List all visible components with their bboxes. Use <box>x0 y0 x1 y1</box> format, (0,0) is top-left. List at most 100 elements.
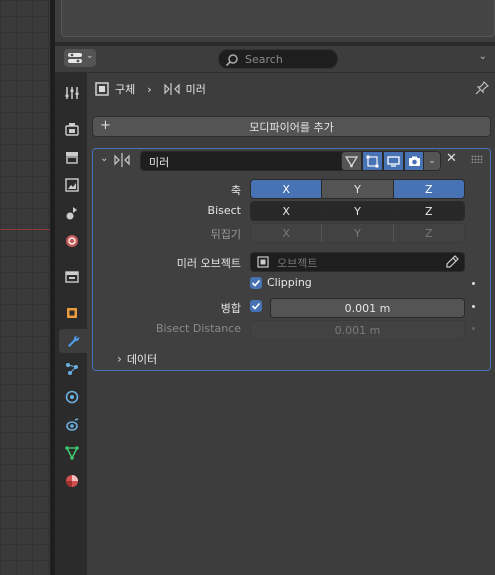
tab-material[interactable] <box>60 469 83 493</box>
monitor-icon <box>387 155 400 167</box>
search-icon <box>225 54 238 67</box>
bisect-distance-label: Bisect Distance <box>155 322 241 335</box>
properties-content: 구체 › 미러 + 모디파이어를 추가 ⌄ 미러 ⌄ ✕ 축 X Y Z Bis… <box>87 73 495 575</box>
tab-tool[interactable] <box>60 81 83 105</box>
merge-label: 병합 <box>220 302 241 315</box>
tab-output[interactable] <box>60 145 83 169</box>
data-subpanel-label: 데이터 <box>126 353 158 366</box>
properties-editor-icon <box>68 53 82 63</box>
header-options-chevron-icon[interactable]: ⌄ <box>479 51 487 62</box>
breadcrumb-modifier[interactable]: 미러 <box>186 81 206 97</box>
tab-constraints[interactable] <box>60 413 83 437</box>
render-icon <box>64 123 79 136</box>
mirror-modifier-icon <box>114 153 130 167</box>
modifier-options-dropdown[interactable]: ⌄ <box>423 151 441 171</box>
object-icon <box>257 256 269 268</box>
breadcrumb-object[interactable]: 구체 <box>115 81 135 97</box>
material-icon <box>65 475 78 487</box>
axis-x-toggle[interactable]: X <box>251 180 323 198</box>
bisect-x-toggle[interactable]: X <box>251 202 323 220</box>
edit-mode-icon <box>366 155 379 167</box>
x-axis-line <box>0 229 50 230</box>
flip-label: 뒤집기 <box>210 228 241 241</box>
world-icon <box>65 235 78 247</box>
clipping-label[interactable]: Clipping <box>267 276 312 289</box>
physics-icon <box>65 390 78 404</box>
mirror-object-placeholder: 오브젝트 <box>277 257 318 270</box>
axis-y-toggle[interactable]: Y <box>322 180 394 198</box>
tab-modifiers[interactable] <box>59 329 87 353</box>
merge-distance-field[interactable]: 0.001 m <box>270 298 465 318</box>
3d-viewport[interactable] <box>0 0 50 575</box>
flip-x-toggle[interactable]: X <box>251 224 323 242</box>
viewport-toggle[interactable] <box>383 151 404 171</box>
drag-handle-icon[interactable] <box>471 155 483 163</box>
clipping-checkbox[interactable] <box>250 277 262 289</box>
modifier-visibility-toggles <box>341 151 425 171</box>
keyframe-dot-icon[interactable] <box>472 282 475 285</box>
outliner-area[interactable] <box>55 0 495 42</box>
bisect-toggle-group: X Y Z <box>250 201 465 221</box>
modifier-name-input[interactable]: 미러 <box>140 151 345 171</box>
tab-view-layer[interactable] <box>60 173 83 197</box>
pin-icon[interactable] <box>475 81 489 95</box>
object-icon <box>95 82 109 96</box>
triangle-vertex-icon <box>345 155 358 167</box>
keyframe-dot-icon[interactable] <box>472 327 475 330</box>
tab-collection[interactable] <box>60 265 83 289</box>
object-icon <box>66 308 77 318</box>
scene-icon <box>66 207 77 220</box>
bisect-distance-value: 0.001 m <box>334 323 381 337</box>
data-subpanel-header[interactable]: › 데이터 <box>117 351 157 367</box>
plus-icon: + <box>100 118 111 133</box>
bisect-label: Bisect <box>207 204 241 217</box>
chevron-down-icon: ⌄ <box>428 156 436 166</box>
tab-scene[interactable] <box>60 201 83 225</box>
mesh-data-icon <box>64 446 79 460</box>
chevron-down-icon: ⌄ <box>86 51 94 61</box>
tool-icon <box>65 87 78 99</box>
mirror-modifier-panel: ⌄ 미러 ⌄ ✕ 축 X Y Z Bisect X Y Z 뒤집기 X Y Z … <box>92 148 491 371</box>
remove-modifier-button[interactable]: ✕ <box>446 151 457 166</box>
properties-header: ⌄ Search ⌄ <box>55 46 495 73</box>
editor-type-selector[interactable]: ⌄ <box>64 49 96 67</box>
keyframe-dot-icon[interactable] <box>472 305 475 308</box>
search-input[interactable]: Search <box>218 49 338 69</box>
collection-icon <box>64 271 79 283</box>
properties-tab-bar <box>55 73 87 575</box>
tab-particles[interactable] <box>60 357 83 381</box>
axis-toggle-group: X Y Z <box>250 179 465 199</box>
add-modifier-button[interactable]: + 모디파이어를 추가 <box>92 116 491 137</box>
outliner-panel <box>61 0 495 37</box>
edit-mode-toggle[interactable] <box>362 151 383 171</box>
mirror-modifier-icon <box>164 83 180 95</box>
axis-z-toggle[interactable]: Z <box>393 180 464 198</box>
tab-physics[interactable] <box>60 385 83 409</box>
merge-distance-value: 0.001 m <box>344 301 391 315</box>
tab-render[interactable] <box>60 117 83 141</box>
bisect-y-toggle[interactable]: Y <box>322 202 394 220</box>
particles-icon <box>65 363 78 375</box>
axis-label: 축 <box>230 184 241 197</box>
constraints-icon <box>65 418 78 431</box>
modifier-name-value: 미러 <box>149 156 170 169</box>
mirror-object-field[interactable]: 오브젝트 <box>250 252 465 272</box>
tab-object[interactable] <box>60 301 83 325</box>
render-toggle[interactable] <box>404 151 425 171</box>
view-layer-icon <box>64 178 79 192</box>
tab-world[interactable] <box>60 229 83 253</box>
flip-z-toggle[interactable]: Z <box>393 224 464 242</box>
bisect-distance-field[interactable]: 0.001 m <box>250 320 465 340</box>
bisect-z-toggle[interactable]: Z <box>393 202 464 220</box>
modifier-header: ⌄ 미러 ⌄ ✕ <box>93 149 490 171</box>
output-icon <box>65 152 78 164</box>
merge-checkbox[interactable] <box>250 300 262 312</box>
edit-cage-toggle[interactable] <box>341 151 362 171</box>
tab-data[interactable] <box>60 441 83 465</box>
wrench-icon <box>68 335 80 347</box>
mirror-object-label: 미러 오브젝트 <box>176 257 241 270</box>
breadcrumb-separator-icon: › <box>147 82 152 96</box>
collapse-chevron-icon[interactable]: ⌄ <box>100 153 108 164</box>
flip-y-toggle[interactable]: Y <box>322 224 394 242</box>
eyedropper-icon[interactable] <box>445 255 459 269</box>
